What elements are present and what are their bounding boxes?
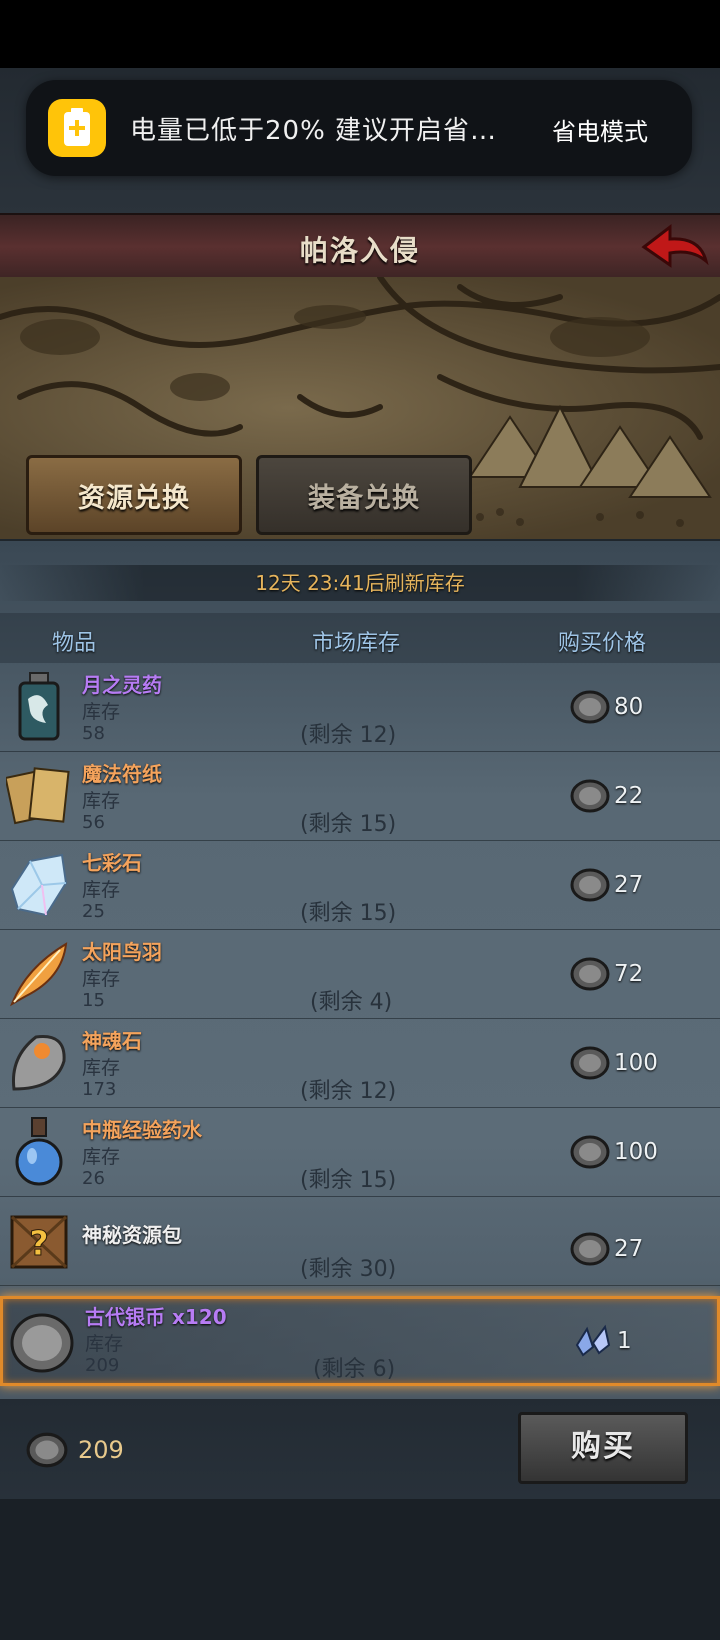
market-remaining: (剩余 15)	[300, 812, 397, 837]
column-headers: 物品 市场库存 购买价格	[0, 613, 720, 663]
item-name: 七彩石	[82, 851, 142, 875]
price-value: 1	[617, 1328, 632, 1354]
page-title: 帕洛入侵	[299, 234, 420, 267]
silver-coin-icon	[26, 1432, 68, 1468]
tab-resource-exchange[interactable]: 资源兑换	[26, 455, 242, 535]
shop-row-magic-paper[interactable]: 魔法符纸 库存 56 (剩余 15) 22	[0, 752, 720, 841]
stock-label: 库存	[82, 1146, 121, 1168]
price: 27	[570, 1231, 643, 1267]
stock-label: 库存	[82, 968, 121, 990]
silver-coin-icon	[570, 1135, 610, 1169]
buy-button[interactable]: 购买	[518, 1412, 688, 1484]
price: 72	[570, 956, 643, 992]
price: 100	[570, 1134, 658, 1170]
shop-row-moon-elixir[interactable]: 月之灵药 库存 58 (剩余 12) 80	[0, 663, 720, 752]
price-value: 27	[614, 872, 644, 898]
svg-text:?: ?	[29, 1224, 49, 1264]
silver-coin-icon	[570, 1232, 610, 1266]
column-header-item: 物品	[52, 631, 97, 656]
market-remaining: (剩余 15)	[300, 1168, 397, 1193]
power-saving-mode-button[interactable]: 省电模式	[552, 112, 648, 147]
shop-row-ancient-silver-coin[interactable]: 古代银币 x120 库存 209 (剩余 6) 1	[0, 1296, 720, 1386]
price: 27	[570, 867, 643, 903]
silver-coin-icon	[570, 1046, 610, 1080]
shop-row-exp-potion[interactable]: 中瓶经验药水 库存 26 (剩余 15) 100	[0, 1108, 720, 1197]
blue-potion-icon	[15, 1117, 63, 1186]
red-arrow-back-icon[interactable]	[640, 221, 712, 273]
price-value: 80	[614, 694, 644, 720]
price: 100	[570, 1045, 658, 1081]
price-value: 72	[614, 961, 644, 987]
paper-scroll-icon	[6, 767, 70, 825]
title-bar: 帕洛入侵	[0, 213, 720, 282]
item-name: 魔法符纸	[82, 762, 162, 786]
market-remaining: (剩余 12)	[300, 1079, 397, 1104]
shop-row-sunbird-feather[interactable]: 太阳鸟羽 库存 15 (剩余 4) 72	[0, 930, 720, 1019]
potion-bottle-icon	[18, 672, 60, 741]
item-name: 神秘资源包	[82, 1223, 182, 1247]
stock-count: 25	[82, 901, 105, 922]
silver-coin-icon	[570, 957, 610, 991]
stock-count: 15	[82, 990, 105, 1011]
ancient-silver-coin-icon	[10, 1313, 74, 1373]
price-value: 22	[614, 783, 644, 809]
market-remaining: (剩余 15)	[300, 901, 397, 926]
soul-stone-icon	[11, 1035, 66, 1091]
market-remaining: (剩余 6)	[313, 1357, 396, 1382]
price-value: 27	[614, 1236, 644, 1262]
currency-balance: 209	[26, 1430, 124, 1470]
price: 80	[570, 689, 643, 725]
stock-label: 库存	[82, 790, 121, 812]
silver-coin-icon	[570, 868, 610, 902]
silver-coin-icon	[570, 779, 610, 813]
price: 1	[573, 1323, 632, 1359]
balance-value: 209	[78, 1436, 124, 1464]
stock-count: 26	[82, 1168, 105, 1189]
shop-row-rainbow-stone[interactable]: 七彩石 库存 25 (剩余 15) 27	[0, 841, 720, 930]
stock-count: 209	[85, 1355, 120, 1376]
battery-notification[interactable]: 电量已低于20% 建议开启省… 省电模式	[26, 80, 692, 176]
mystery-crate-icon: ?	[10, 1215, 68, 1269]
tab-equipment-exchange[interactable]: 装备兑换	[256, 455, 472, 535]
shop-row-mystery-pack[interactable]: ? 神秘资源包 (剩余 30) 27	[0, 1197, 720, 1286]
notification-message: 电量已低于20% 建议开启省…	[130, 116, 498, 146]
status-bar	[0, 0, 720, 68]
market-remaining: (剩余 4)	[310, 990, 393, 1015]
bottom-area	[0, 1499, 720, 1640]
stock-label: 库存	[82, 1057, 121, 1079]
stock-count: 173	[82, 1079, 117, 1100]
item-name: 神魂石	[82, 1029, 142, 1053]
blue-crystal-icon	[575, 1324, 611, 1357]
crystal-icon	[10, 853, 68, 917]
market-remaining: (剩余 30)	[300, 1257, 397, 1282]
item-name: 中瓶经验药水	[82, 1118, 202, 1142]
price-value: 100	[614, 1050, 658, 1076]
column-header-price: 购买价格	[558, 631, 647, 656]
item-name: 月之灵药	[82, 673, 162, 697]
price: 22	[570, 778, 643, 814]
stock-count: 58	[82, 723, 105, 744]
stock-label: 库存	[85, 1333, 124, 1355]
stock-count: 56	[82, 812, 105, 833]
battery-saver-icon	[48, 99, 106, 157]
feather-icon	[10, 942, 68, 1007]
stock-label: 库存	[82, 701, 121, 723]
item-name: 太阳鸟羽	[82, 940, 162, 964]
stock-label: 库存	[82, 879, 121, 901]
market-remaining: (剩余 12)	[300, 723, 397, 748]
refresh-timer: 12天 23:41后刷新库存	[0, 565, 720, 601]
item-name: 古代银币 x120	[85, 1305, 227, 1329]
silver-coin-icon	[570, 690, 610, 724]
shop-row-soul-stone[interactable]: 神魂石 库存 173 (剩余 12) 100	[0, 1019, 720, 1108]
price-value: 100	[614, 1139, 658, 1165]
column-header-market-stock: 市场库存	[312, 631, 401, 656]
